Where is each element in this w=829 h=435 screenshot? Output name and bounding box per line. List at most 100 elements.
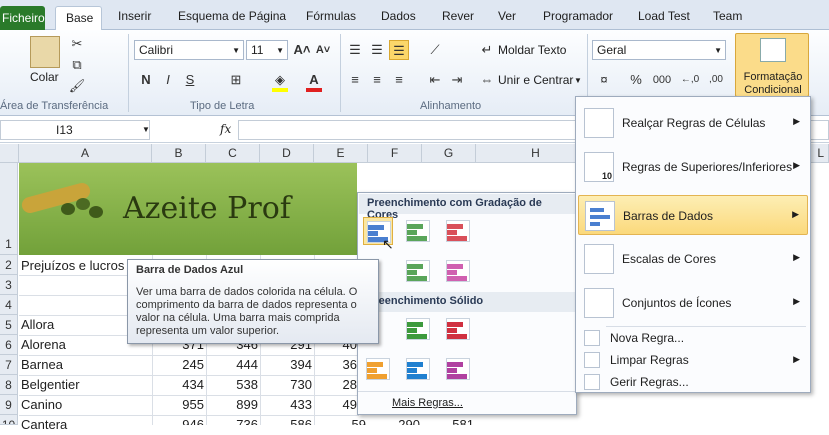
row-header[interactable]: 7: [0, 355, 18, 375]
paste-label[interactable]: Colar: [30, 70, 59, 84]
menu-manage-rules[interactable]: Gerir Regras...: [578, 371, 808, 393]
tab-load-test[interactable]: Load Test: [638, 9, 690, 23]
data-bar-green-gradient[interactable]: [403, 217, 433, 245]
row-header[interactable]: 2: [0, 255, 18, 275]
cell-name[interactable]: Allora: [21, 315, 54, 335]
column-header[interactable]: D: [260, 144, 314, 163]
cell-value[interactable]: 538: [206, 375, 258, 395]
cell-value[interactable]: 28: [314, 375, 357, 395]
increase-decimal-icon[interactable]: ←,0: [680, 70, 700, 90]
cell-value[interactable]: 59: [314, 415, 366, 425]
row-header[interactable]: 8: [0, 375, 18, 395]
row-header[interactable]: 9: [0, 395, 18, 415]
wrap-text-button[interactable]: Moldar Texto: [498, 43, 566, 57]
increase-indent-icon[interactable]: ⇥: [447, 70, 467, 90]
row-header[interactable]: 5: [0, 315, 18, 335]
format-painter-icon[interactable]: 🖌: [67, 76, 87, 96]
cell-value[interactable]: 730: [260, 375, 312, 395]
font-color-icon[interactable]: A: [304, 70, 324, 90]
tab-team[interactable]: Team: [713, 9, 742, 23]
orientation-icon[interactable]: ⟋: [425, 40, 445, 60]
underline-button[interactable]: S: [180, 70, 200, 90]
data-bar-pink-gradient[interactable]: [443, 257, 473, 285]
cell-value[interactable]: 444: [206, 355, 258, 375]
cell-value[interactable]: 955: [152, 395, 204, 415]
select-all-corner[interactable]: [0, 144, 19, 163]
data-bar-green-gradient-2[interactable]: [403, 257, 433, 285]
cell-value[interactable]: 290: [368, 415, 420, 425]
data-bar-purple-solid[interactable]: [443, 355, 473, 383]
tab-file[interactable]: Ficheiro: [0, 6, 45, 30]
row-header[interactable]: 4: [0, 295, 18, 315]
name-box[interactable]: I13: [0, 120, 150, 140]
row-header[interactable]: 10: [0, 415, 18, 425]
align-middle-icon[interactable]: ☰: [367, 40, 387, 60]
row-header[interactable]: 3: [0, 275, 18, 295]
decrease-indent-icon[interactable]: ⇤: [425, 70, 445, 90]
insert-function-icon[interactable]: fx: [220, 122, 231, 136]
cell-name[interactable]: Alorena: [21, 335, 66, 355]
decrease-decimal-icon[interactable]: ,00: [706, 70, 726, 90]
menu-color-scales[interactable]: Escalas de Cores ▶: [578, 239, 808, 279]
data-bar-lightblue-solid[interactable]: [403, 355, 433, 383]
cell-value[interactable]: 899: [206, 395, 258, 415]
cell-value[interactable]: 736: [206, 415, 258, 425]
borders-icon[interactable]: ⊞: [226, 70, 246, 90]
tab-programador[interactable]: Programador: [543, 9, 613, 23]
cell-a2[interactable]: Prejuízos e lucros: [21, 256, 124, 276]
column-header[interactable]: A: [19, 144, 152, 163]
data-bar-red-gradient[interactable]: [443, 217, 473, 245]
paste-icon[interactable]: [30, 36, 60, 68]
fill-color-icon[interactable]: ◈: [270, 70, 290, 90]
menu-clear-rules[interactable]: Limpar Regras ▶: [578, 349, 808, 371]
align-right-icon[interactable]: ≡: [389, 70, 409, 90]
more-rules-link[interactable]: Mais Regras...: [392, 397, 463, 409]
align-left-icon[interactable]: ≡: [345, 70, 365, 90]
tab-base[interactable]: Base: [55, 6, 102, 31]
percent-button[interactable]: %: [626, 70, 646, 90]
wrap-text-icon[interactable]: ↵: [477, 40, 497, 60]
menu-icon-sets[interactable]: Conjuntos de Ícones ▶: [578, 283, 808, 323]
grow-font-icon[interactable]: A˄: [292, 40, 312, 60]
font-name-box[interactable]: Calibri ▼: [134, 40, 244, 60]
column-header[interactable]: B: [152, 144, 206, 163]
currency-icon[interactable]: ¤: [594, 70, 614, 90]
tab-inserir[interactable]: Inserir: [118, 9, 151, 23]
cell-value[interactable]: 433: [260, 395, 312, 415]
cell-name[interactable]: Canino: [21, 395, 62, 415]
conditional-formatting-button[interactable]: Formatação Condicional: [735, 33, 809, 97]
bold-button[interactable]: N: [136, 70, 156, 90]
align-bottom-icon[interactable]: ☰: [389, 40, 409, 60]
cell-value[interactable]: 36: [314, 355, 357, 375]
row-header[interactable]: 1: [0, 163, 18, 255]
cell-name[interactable]: Belgentier: [21, 375, 80, 395]
data-bar-orange-solid[interactable]: [363, 355, 393, 383]
number-format-box[interactable]: Geral ▼: [592, 40, 726, 60]
cell-value[interactable]: 245: [152, 355, 204, 375]
menu-data-bars[interactable]: Barras de Dados ▶: [578, 195, 808, 235]
merge-center-button[interactable]: Unir e Centrar: [498, 73, 573, 87]
menu-new-rule[interactable]: Nova Regra...: [578, 327, 808, 349]
font-size-box[interactable]: 11 ▼: [246, 40, 288, 60]
cell-value[interactable]: 946: [152, 415, 204, 425]
tab-dados[interactable]: Dados: [381, 9, 416, 23]
shrink-font-icon[interactable]: A˅: [313, 40, 333, 60]
cell-value[interactable]: 586: [260, 415, 312, 425]
cell-value[interactable]: 434: [152, 375, 204, 395]
cell-name[interactable]: Barnea: [21, 355, 63, 375]
column-header[interactable]: C: [206, 144, 260, 163]
column-header[interactable]: F: [368, 144, 422, 163]
tab-ver[interactable]: Ver: [498, 9, 516, 23]
cell-name[interactable]: Cantera: [21, 415, 67, 435]
cell-value[interactable]: 394: [260, 355, 312, 375]
data-bar-green-solid[interactable]: [403, 315, 433, 343]
menu-top-bottom-rules[interactable]: 10 Regras de Superiores/Inferiores ▶: [578, 147, 808, 187]
align-center-icon[interactable]: ≡: [367, 70, 387, 90]
column-header[interactable]: E: [314, 144, 368, 163]
thousands-button[interactable]: 000: [648, 70, 676, 90]
row-header[interactable]: 6: [0, 335, 18, 355]
copy-icon[interactable]: ⧉: [67, 55, 87, 75]
data-bar-red-solid[interactable]: [443, 315, 473, 343]
cut-icon[interactable]: ✂: [67, 34, 87, 54]
italic-button[interactable]: I: [158, 70, 178, 90]
